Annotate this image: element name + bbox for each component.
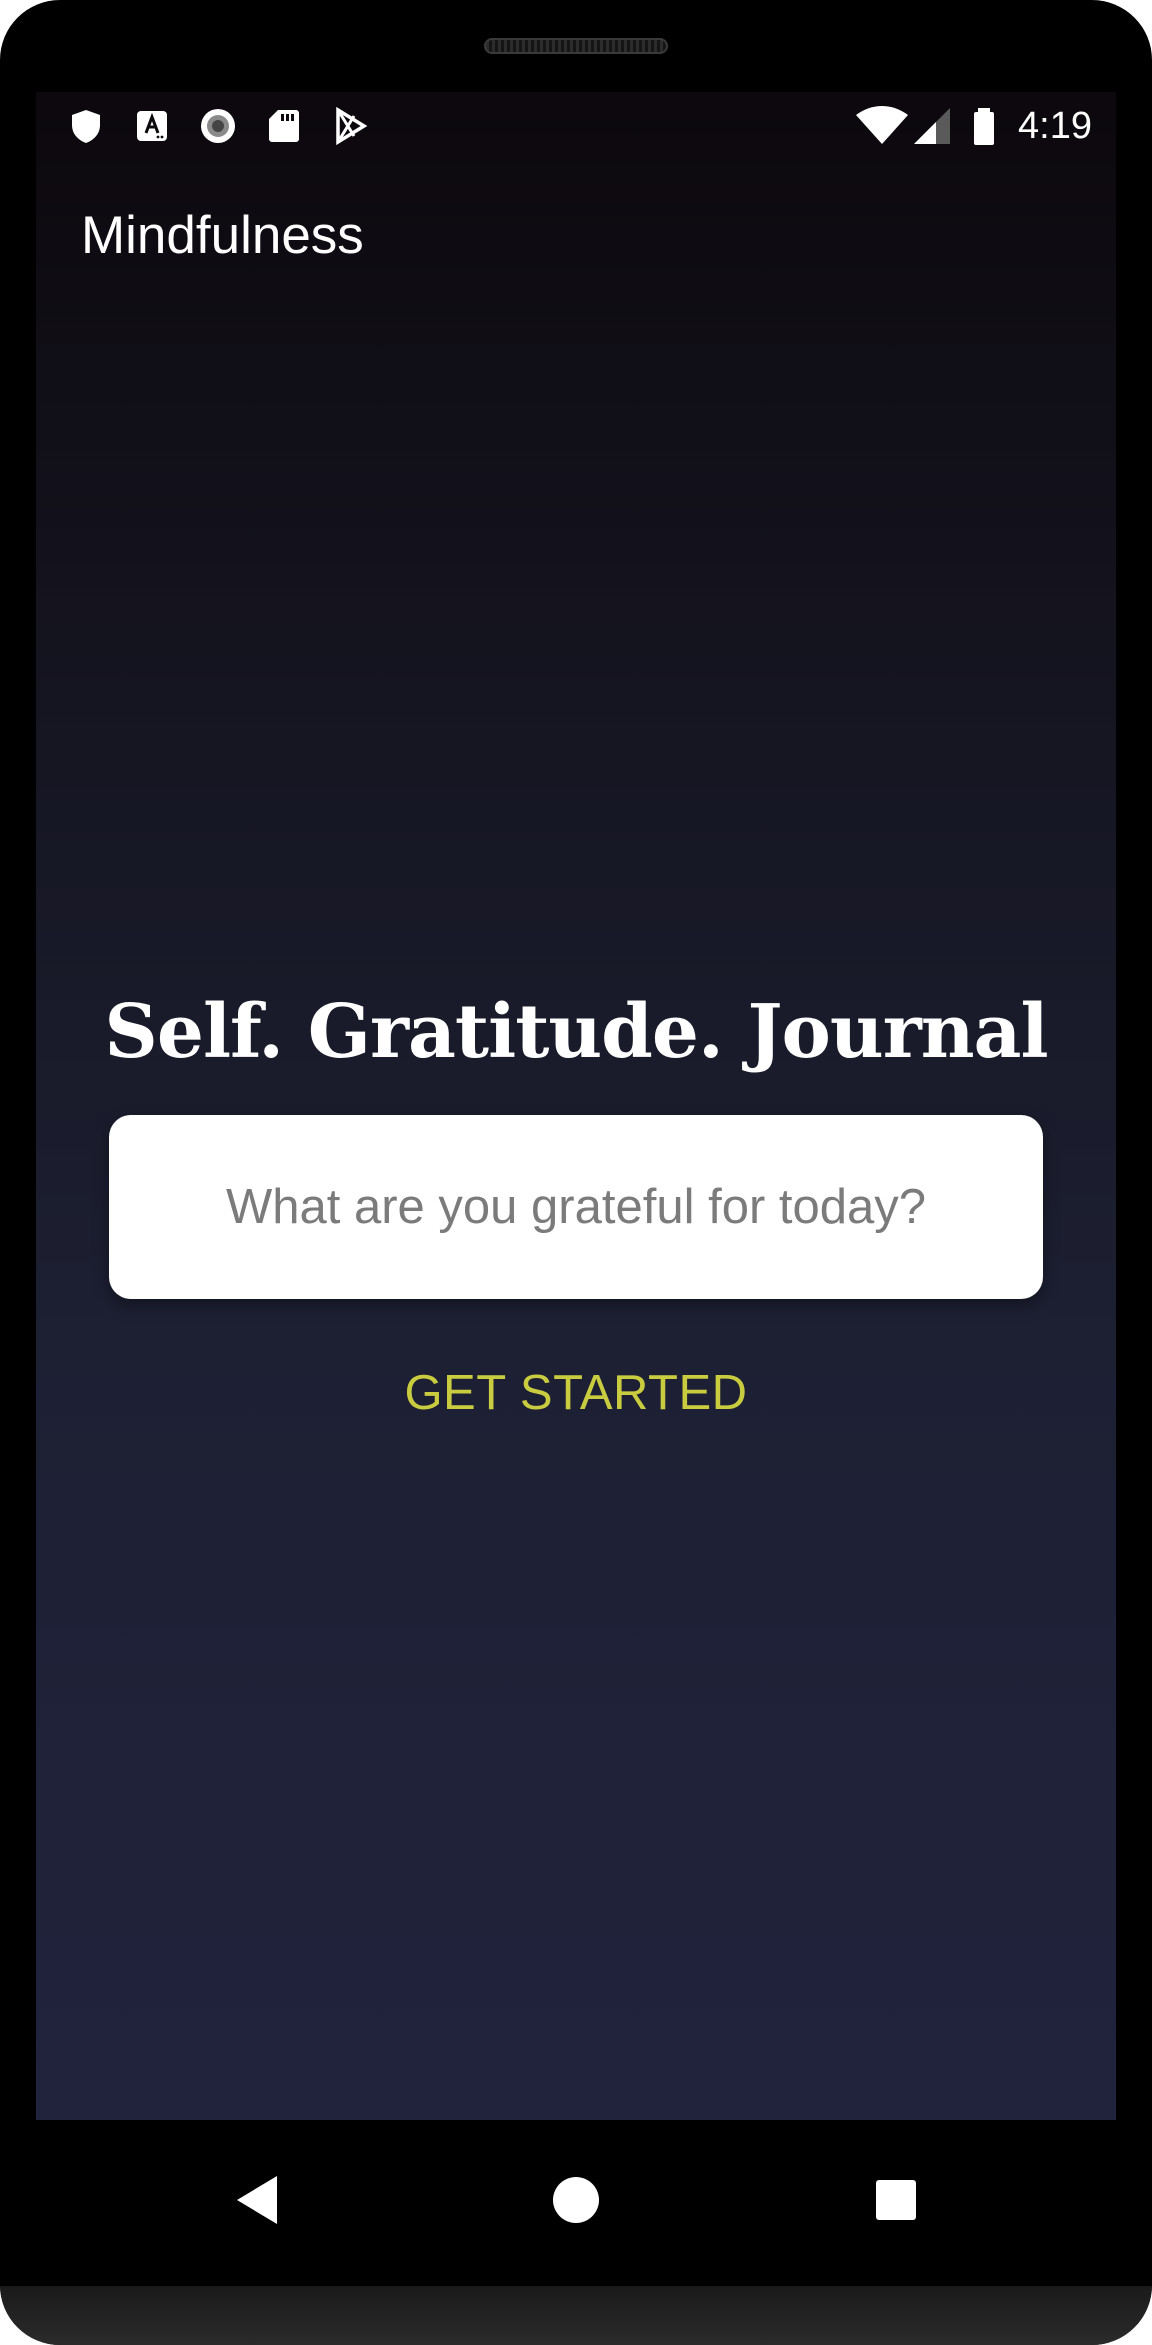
record-icon: [198, 106, 238, 146]
get-started-label: GET STARTED: [404, 1366, 748, 1420]
shield-icon: [66, 106, 106, 146]
home-icon[interactable]: [536, 2160, 616, 2240]
sd-card-icon: [264, 106, 304, 146]
play-store-icon: [330, 106, 370, 146]
battery-icon: [964, 106, 1004, 146]
wifi-icon: [854, 106, 910, 146]
headline: Self. Gratitude. Journal: [104, 989, 1048, 1075]
bottom-bezel: [0, 2286, 1152, 2345]
font-download-icon: [132, 106, 172, 146]
cellular-signal-icon: [912, 106, 952, 146]
navigation-bar: [36, 2120, 1116, 2286]
app-screen: 4:19 Mindfulness Self. Gratitude. Journa…: [36, 92, 1116, 2120]
device-frame: 4:19 Mindfulness Self. Gratitude. Journa…: [0, 0, 1152, 2345]
gratitude-input[interactable]: [109, 1115, 1043, 1299]
status-bar: 4:19: [36, 92, 1116, 164]
earpiece-speaker: [484, 38, 668, 54]
app-bar-title: Mindfulness: [81, 206, 364, 265]
back-icon[interactable]: [217, 2160, 297, 2240]
recents-icon[interactable]: [856, 2160, 936, 2240]
status-clock: 4:19: [1018, 105, 1092, 147]
gratitude-card: [109, 1115, 1043, 1299]
get-started-button[interactable]: GET STARTED: [36, 1362, 1116, 1424]
